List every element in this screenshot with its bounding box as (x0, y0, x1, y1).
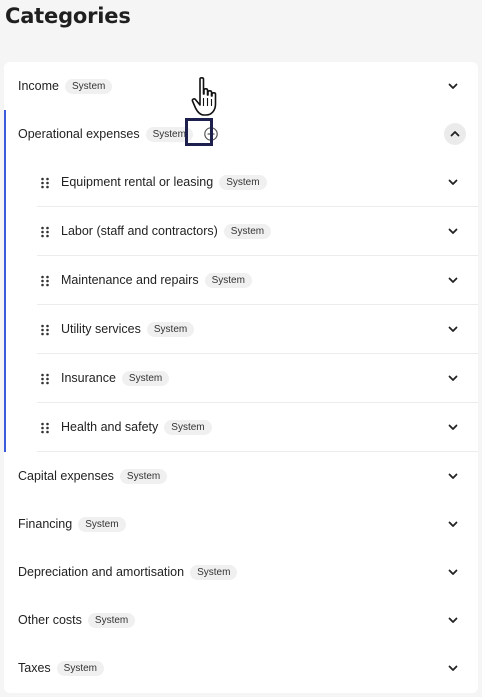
subcategory-row[interactable]: Health and safety System (37, 403, 478, 452)
expanded-indicator (4, 110, 6, 452)
category-label: Taxes (18, 661, 51, 675)
subcategory-row[interactable]: Utility services System (37, 305, 478, 354)
subcategory-row[interactable]: Insurance System (37, 354, 478, 403)
drag-handle-icon[interactable] (40, 372, 50, 385)
focus-highlight (185, 118, 213, 146)
category-row-other-costs[interactable]: Other costs System (4, 596, 478, 644)
drag-handle-icon[interactable] (40, 323, 50, 336)
subcategory-label: Equipment rental or leasing (61, 175, 214, 189)
subcategory-row[interactable]: Equipment rental or leasing System (37, 158, 478, 207)
chevron-up-icon[interactable] (444, 123, 466, 145)
subcategory-label: Health and safety (61, 420, 159, 434)
category-label: Operational expenses (18, 127, 140, 141)
subcategory-label: Labor (staff and contractors) (61, 224, 218, 238)
category-label: Other costs (18, 613, 82, 627)
chevron-down-icon[interactable] (446, 420, 460, 434)
chevron-down-icon[interactable] (446, 613, 460, 627)
chevron-down-icon[interactable] (446, 224, 460, 238)
chevron-down-icon[interactable] (446, 322, 460, 336)
category-row-capital-expenses[interactable]: Capital expenses System (4, 452, 478, 500)
drag-handle-icon[interactable] (40, 225, 50, 238)
drag-handle-icon[interactable] (40, 176, 50, 189)
subcategory-label: Maintenance and repairs (61, 273, 199, 287)
drag-handle-icon[interactable] (40, 421, 50, 434)
system-badge: System (223, 223, 272, 239)
chevron-down-icon[interactable] (446, 565, 460, 579)
category-row-financing[interactable]: Financing System (4, 500, 478, 548)
category-label: Income (18, 79, 59, 93)
system-badge: System (78, 516, 126, 532)
system-badge: System (219, 174, 267, 190)
system-badge: System (164, 419, 212, 435)
hand-pointer-icon (191, 77, 217, 116)
page-title: Categories (5, 4, 131, 28)
chevron-down-icon[interactable] (446, 469, 460, 483)
system-badge: System (56, 660, 104, 676)
system-badge: System (119, 468, 168, 484)
category-row-taxes[interactable]: Taxes System (4, 644, 478, 692)
system-badge: System (65, 78, 113, 94)
category-row-income[interactable]: Income System (4, 62, 478, 110)
system-badge: System (204, 272, 252, 288)
subcategory-label: Utility services (61, 322, 141, 336)
system-badge: System (190, 564, 238, 580)
category-row-operational-expenses[interactable]: Operational expenses System (4, 110, 478, 158)
chevron-down-icon[interactable] (446, 371, 460, 385)
subcategory-label: Insurance (61, 371, 116, 385)
subcategory-row[interactable]: Maintenance and repairs System (37, 256, 478, 305)
system-badge: System (87, 612, 136, 628)
category-label: Financing (18, 517, 73, 531)
chevron-down-icon[interactable] (446, 661, 460, 675)
drag-handle-icon[interactable] (40, 274, 50, 287)
category-label: Depreciation and amortisation (18, 565, 185, 579)
chevron-down-icon[interactable] (446, 517, 460, 531)
chevron-down-icon[interactable] (446, 273, 460, 287)
category-label: Capital expenses (18, 469, 114, 483)
chevron-down-icon[interactable] (446, 175, 460, 189)
subcategory-row[interactable]: Labor (staff and contractors) System (37, 207, 478, 256)
system-badge: System (121, 370, 170, 386)
category-row-depreciation[interactable]: Depreciation and amortisation System (4, 548, 478, 596)
chevron-down-icon[interactable] (446, 79, 460, 93)
categories-panel: Income System Operational expenses Syste… (4, 62, 478, 693)
system-badge: System (146, 321, 195, 337)
